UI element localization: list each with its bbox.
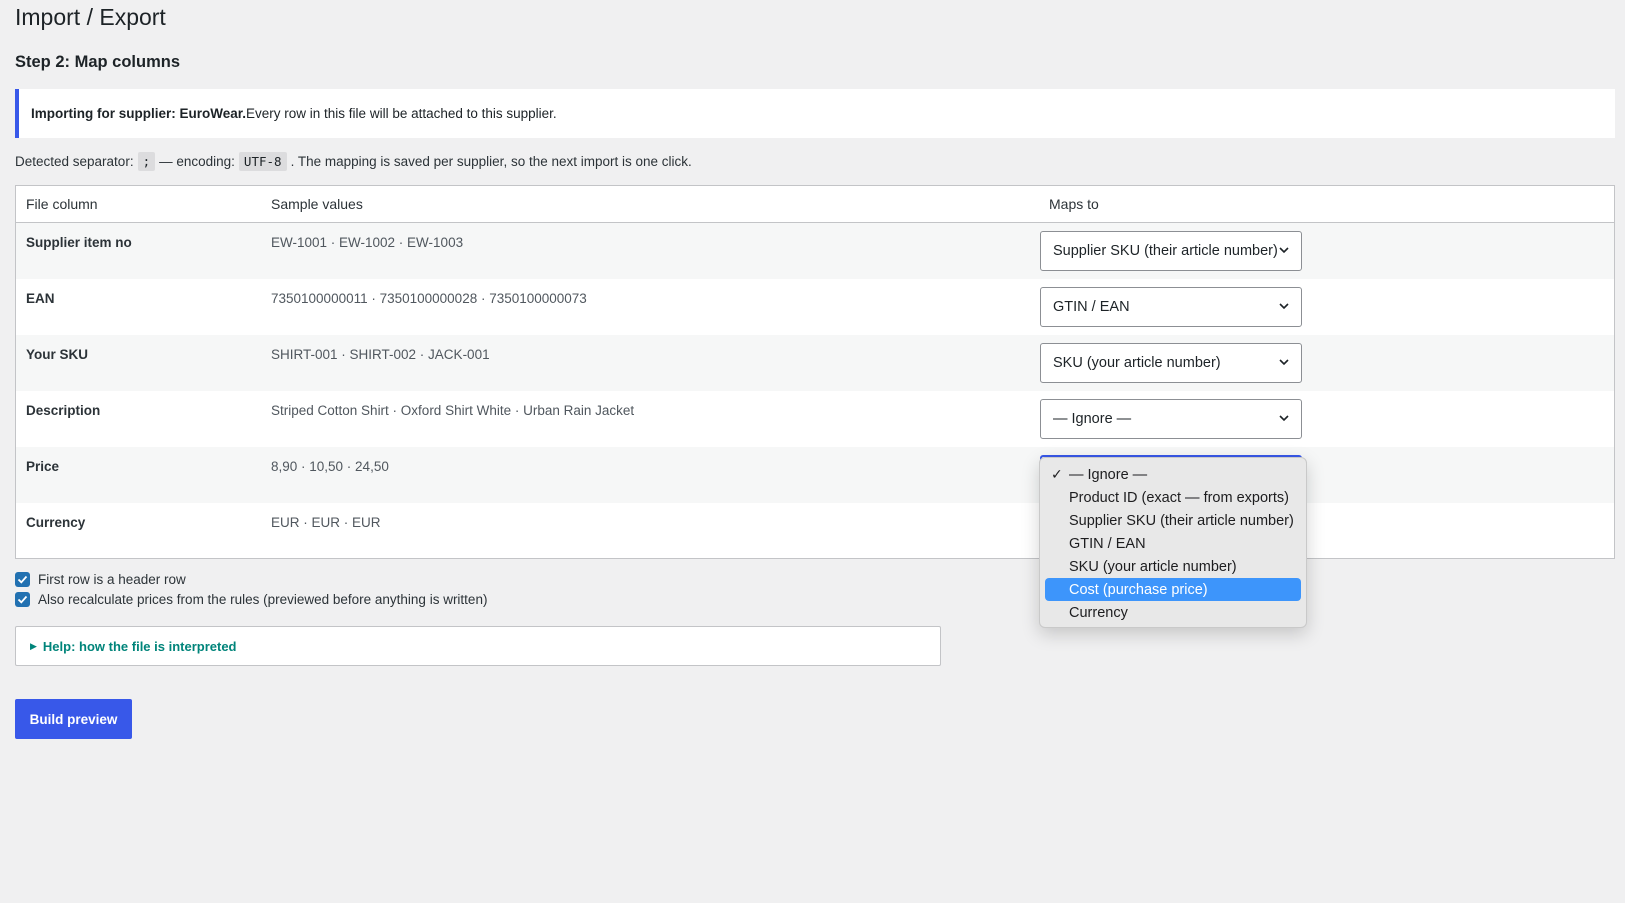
- option-label: Cost (purchase price): [1069, 581, 1208, 598]
- build-preview-button[interactable]: Build preview: [15, 699, 132, 739]
- dropdown-option[interactable]: SKU (your article number): [1045, 555, 1301, 578]
- sample-values-cell: EW-1001 · EW-1002 · EW-1003: [271, 235, 464, 250]
- import-options: First row is a header row Also recalcula…: [15, 569, 487, 609]
- checkmark-icon: [17, 575, 28, 584]
- maps-to-select[interactable]: GTIN / EAN: [1040, 287, 1302, 327]
- select-value: SKU (your article number): [1053, 355, 1221, 371]
- table-row: Price 8,90 · 10,50 · 24,50: [16, 447, 1614, 503]
- header-file-column: File column: [26, 196, 98, 212]
- dropdown-option-highlighted[interactable]: Cost (purchase price): [1045, 578, 1301, 601]
- table-row: Description Striped Cotton Shirt · Oxfor…: [16, 391, 1614, 447]
- checkmark-icon: [17, 595, 28, 604]
- checkmark-icon: ✓: [1051, 466, 1063, 482]
- option-label: SKU (your article number): [1069, 558, 1237, 575]
- help-label: Help: how the file is interpreted: [42, 638, 237, 654]
- file-column-cell: Currency: [26, 515, 86, 530]
- option-label: GTIN / EAN: [1069, 535, 1146, 552]
- separator-code: ;: [137, 152, 156, 171]
- step-title: Step 2: Map columns: [15, 53, 181, 71]
- chevron-down-icon: [1279, 415, 1289, 422]
- supplier-notice: Importing for supplier: EuroWear. Every …: [15, 89, 1615, 138]
- option-label: Currency: [1069, 604, 1128, 621]
- detect-middle: — encoding:: [159, 154, 235, 169]
- file-column-cell: Supplier item no: [26, 235, 132, 250]
- table-header: File column Sample values Maps to: [16, 186, 1614, 223]
- detect-prefix: Detected separator:: [15, 154, 134, 169]
- table-row: Your SKU SHIRT-001 · SHIRT-002 · JACK-00…: [16, 335, 1614, 391]
- table-row: Supplier item no EW-1001 · EW-1002 · EW-…: [16, 223, 1614, 279]
- option-label: Supplier SKU (their article number): [1069, 512, 1294, 529]
- file-column-cell: Price: [26, 459, 60, 474]
- file-column-cell: EAN: [26, 291, 55, 306]
- dropdown-option[interactable]: Product ID (exact — from exports): [1045, 486, 1301, 509]
- sample-values-cell: 7350100000011 · 7350100000028 · 73501000…: [271, 291, 587, 306]
- maps-to-select[interactable]: — Ignore —: [1040, 399, 1302, 439]
- encoding-code: UTF-8: [238, 152, 287, 171]
- select-value: GTIN / EAN: [1053, 299, 1130, 315]
- header-maps-to: Maps to: [1049, 196, 1099, 212]
- recalc-label: Also recalculate prices from the rules (…: [38, 591, 488, 607]
- dropdown-option[interactable]: GTIN / EAN: [1045, 532, 1301, 555]
- header-row-checkbox[interactable]: [15, 571, 30, 587]
- maps-to-dropdown-menu: ✓ — Ignore — Product ID (exact — from exp…: [1039, 457, 1307, 628]
- file-column-cell: Your SKU: [26, 347, 89, 362]
- notice-bold: Importing for supplier: EuroWear.: [31, 106, 247, 121]
- chevron-down-icon: [1279, 247, 1289, 254]
- recalc-checkbox[interactable]: [15, 591, 30, 607]
- option-label: — Ignore —: [1069, 466, 1148, 483]
- select-value: Supplier SKU (their article number): [1053, 243, 1278, 259]
- detect-suffix: . The mapping is saved per supplier, so …: [290, 154, 692, 169]
- table-row: Currency EUR · EUR · EUR: [16, 503, 1614, 559]
- triangle-right-icon: ▶: [30, 640, 37, 651]
- chevron-down-icon: [1279, 303, 1289, 310]
- sample-values-cell: SHIRT-001 · SHIRT-002 · JACK-001: [271, 347, 490, 362]
- page-title: Import / Export: [15, 4, 166, 30]
- dropdown-option[interactable]: Currency: [1045, 601, 1301, 624]
- sample-values-cell: 8,90 · 10,50 · 24,50: [271, 459, 389, 474]
- detection-info: Detected separator: ; — encoding: UTF-8 …: [15, 152, 692, 171]
- header-row-option[interactable]: First row is a header row: [15, 569, 487, 589]
- dropdown-option[interactable]: Supplier SKU (their article number): [1045, 509, 1301, 532]
- notice-text: Every row in this file will be attached …: [246, 106, 557, 121]
- sample-values-cell: EUR · EUR · EUR: [271, 515, 381, 530]
- sample-values-cell: Striped Cotton Shirt · Oxford Shirt Whit…: [271, 403, 635, 418]
- maps-to-select[interactable]: Supplier SKU (their article number): [1040, 231, 1302, 271]
- maps-to-select[interactable]: SKU (your article number): [1040, 343, 1302, 383]
- table-row: EAN 7350100000011 · 7350100000028 · 7350…: [16, 279, 1614, 335]
- option-label: Product ID (exact — from exports): [1069, 489, 1289, 506]
- recalc-option[interactable]: Also recalculate prices from the rules (…: [15, 589, 487, 609]
- file-column-cell: Description: [26, 403, 101, 418]
- header-row-label: First row is a header row: [38, 571, 186, 587]
- chevron-down-icon: [1279, 359, 1289, 366]
- dropdown-option[interactable]: ✓ — Ignore —: [1045, 463, 1301, 486]
- header-sample-values: Sample values: [271, 196, 363, 212]
- mapping-table: File column Sample values Maps to Suppli…: [15, 185, 1615, 559]
- select-value: — Ignore —: [1053, 411, 1132, 427]
- help-disclosure[interactable]: ▶ Help: how the file is interpreted: [15, 626, 941, 666]
